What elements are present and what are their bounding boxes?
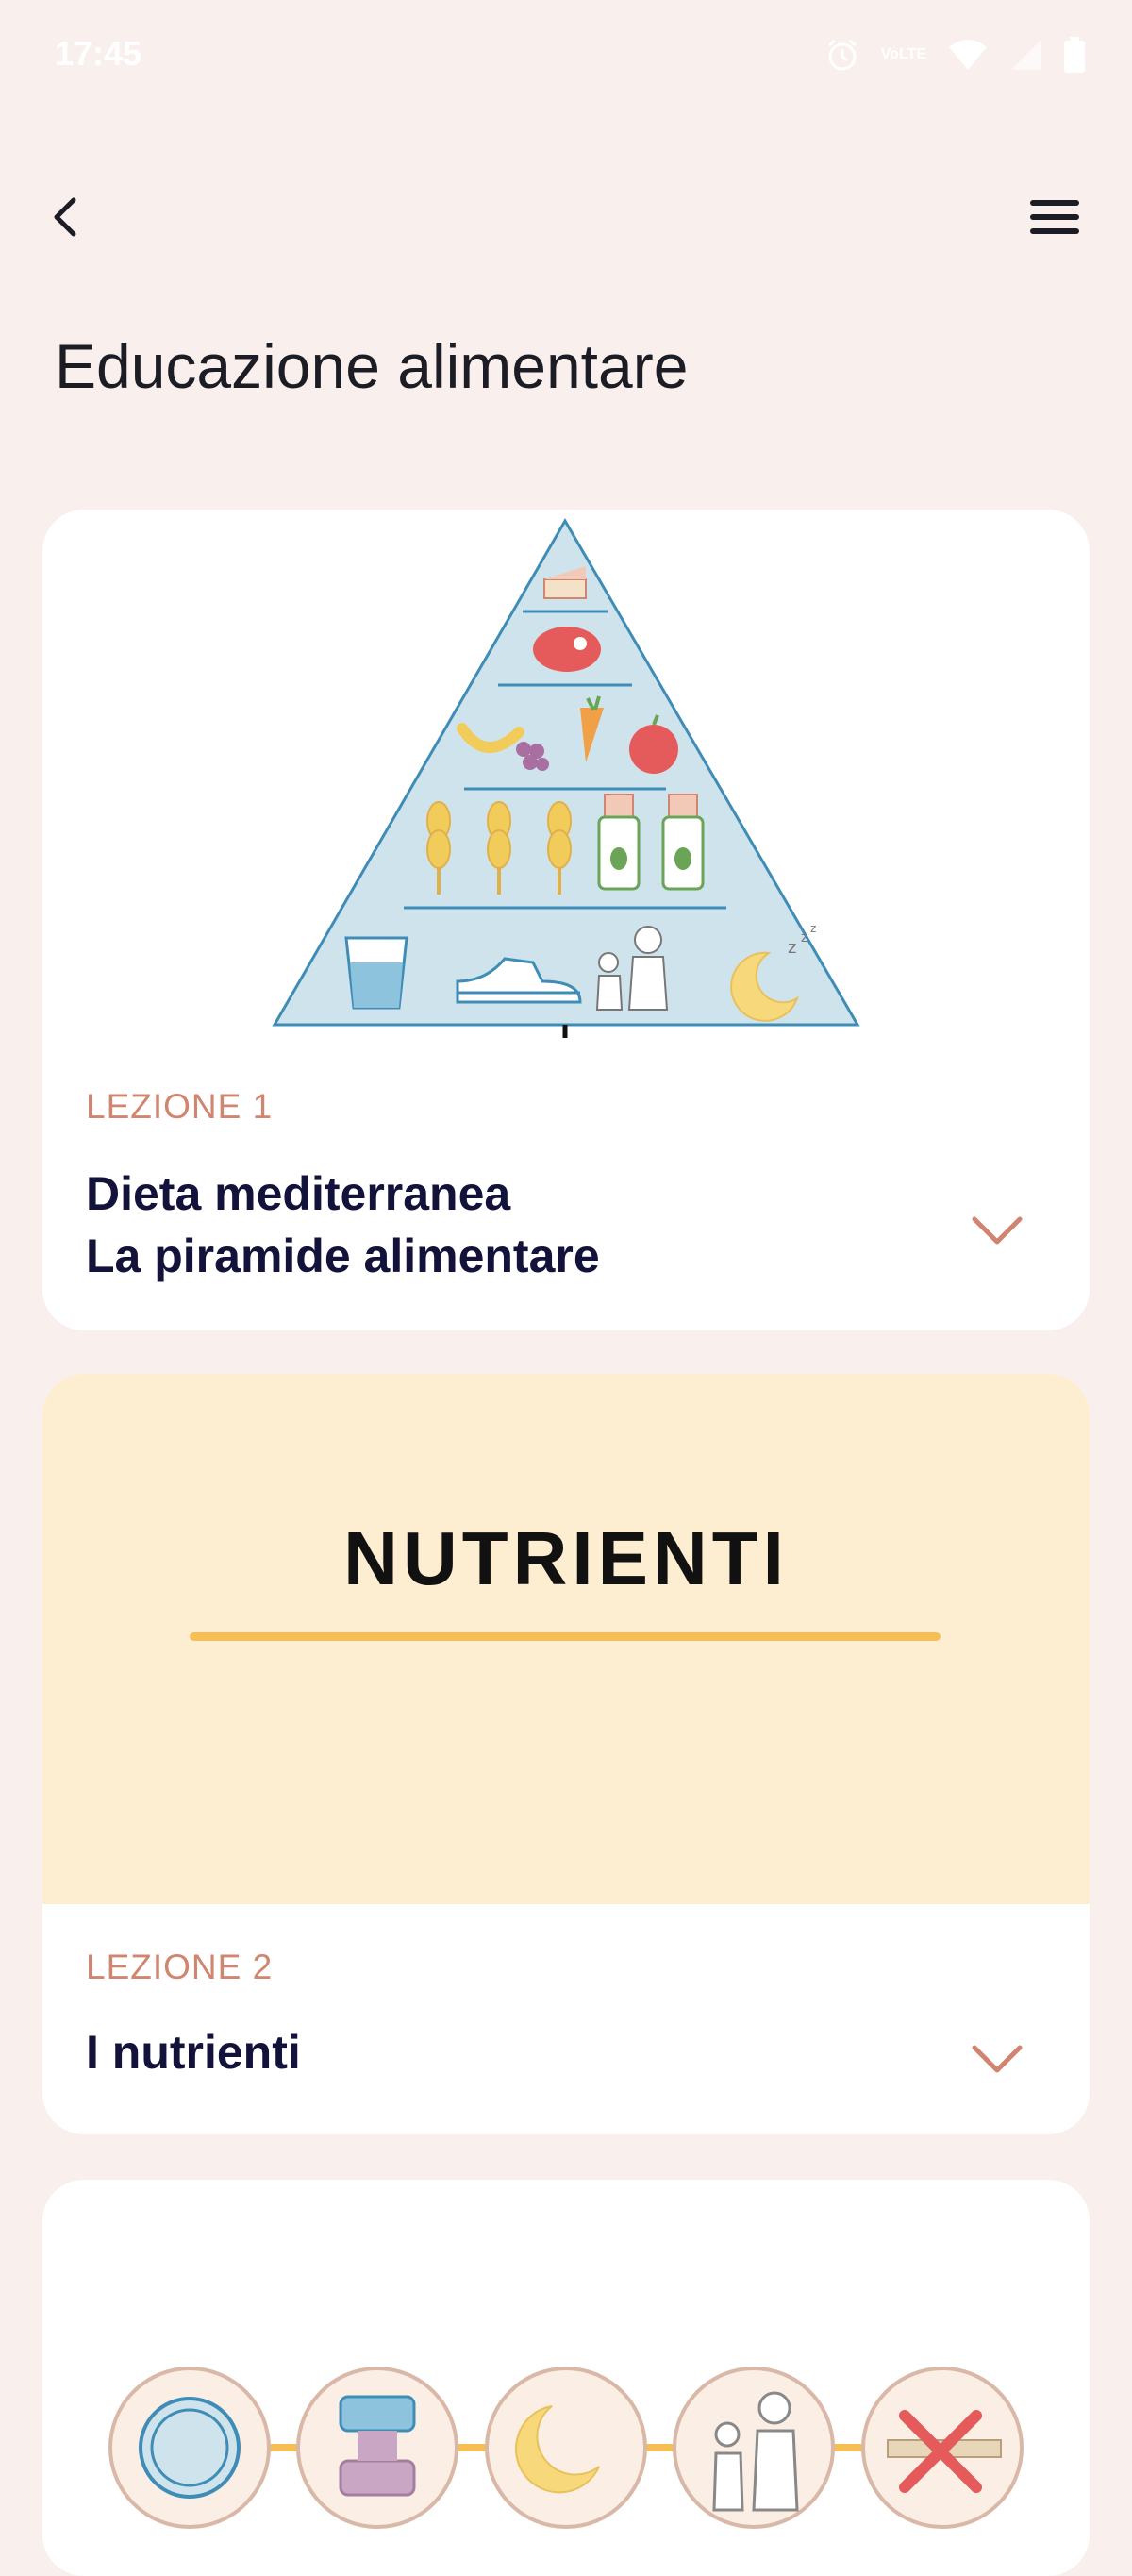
banner-underline	[190, 1632, 941, 1641]
svg-text:z: z	[801, 930, 807, 945]
banner-title: NUTRIENTI	[343, 1516, 789, 1600]
lesson-title-line-2: La piramide alimentare	[86, 1229, 600, 1282]
chevron-down-icon[interactable]	[971, 1215, 1024, 1246]
family-icon	[673, 2367, 835, 2529]
chevron-down-icon[interactable]	[971, 2044, 1024, 2074]
lesson-card-2[interactable]: NUTRIENTI LEZIONE 2 I nutrienti	[42, 1374, 1090, 2134]
svg-text:z: z	[788, 938, 796, 958]
no-smoking-icon	[861, 2367, 1024, 2529]
svg-text:z: z	[810, 922, 816, 935]
lifestyle-icons-image	[108, 2367, 1024, 2529]
battery-icon	[1064, 37, 1085, 73]
back-arrow-icon[interactable]	[38, 189, 94, 245]
wifi-icon	[949, 40, 987, 70]
top-app-bar	[0, 170, 1132, 264]
moon-sleep-icon	[485, 2367, 647, 2529]
dumbbell-icon	[296, 2367, 458, 2529]
alarm-icon	[827, 39, 857, 71]
food-pyramid-image: z z z	[272, 518, 860, 1038]
lesson-label: LEZIONE 2	[86, 1948, 274, 1986]
status-bar: 17:45 VoLTE	[0, 0, 1132, 113]
signal-icon	[1011, 40, 1041, 70]
page-title: Educazione alimentare	[55, 331, 689, 401]
lesson-title-line-1: Dieta mediterranea	[86, 1167, 511, 1220]
plate-icon	[108, 2367, 271, 2529]
lesson-card-3[interactable]	[42, 2180, 1090, 2576]
lesson-title: I nutrienti	[86, 2026, 301, 2079]
lesson-title: Dieta mediterranea La piramide alimentar…	[86, 1163, 600, 1287]
lesson-label: LEZIONE 1	[86, 1087, 274, 1126]
lesson-card-1[interactable]: z z z LEZIONE 1 Dieta mediterranea La pi…	[42, 510, 1090, 1330]
status-time: 17:45	[55, 34, 142, 73]
volte-icon: VoLTE	[880, 46, 926, 62]
hamburger-menu-icon[interactable]	[1024, 189, 1085, 245]
status-icons: VoLTE	[824, 34, 1085, 75]
nutrients-banner: NUTRIENTI	[42, 1374, 1090, 1904]
